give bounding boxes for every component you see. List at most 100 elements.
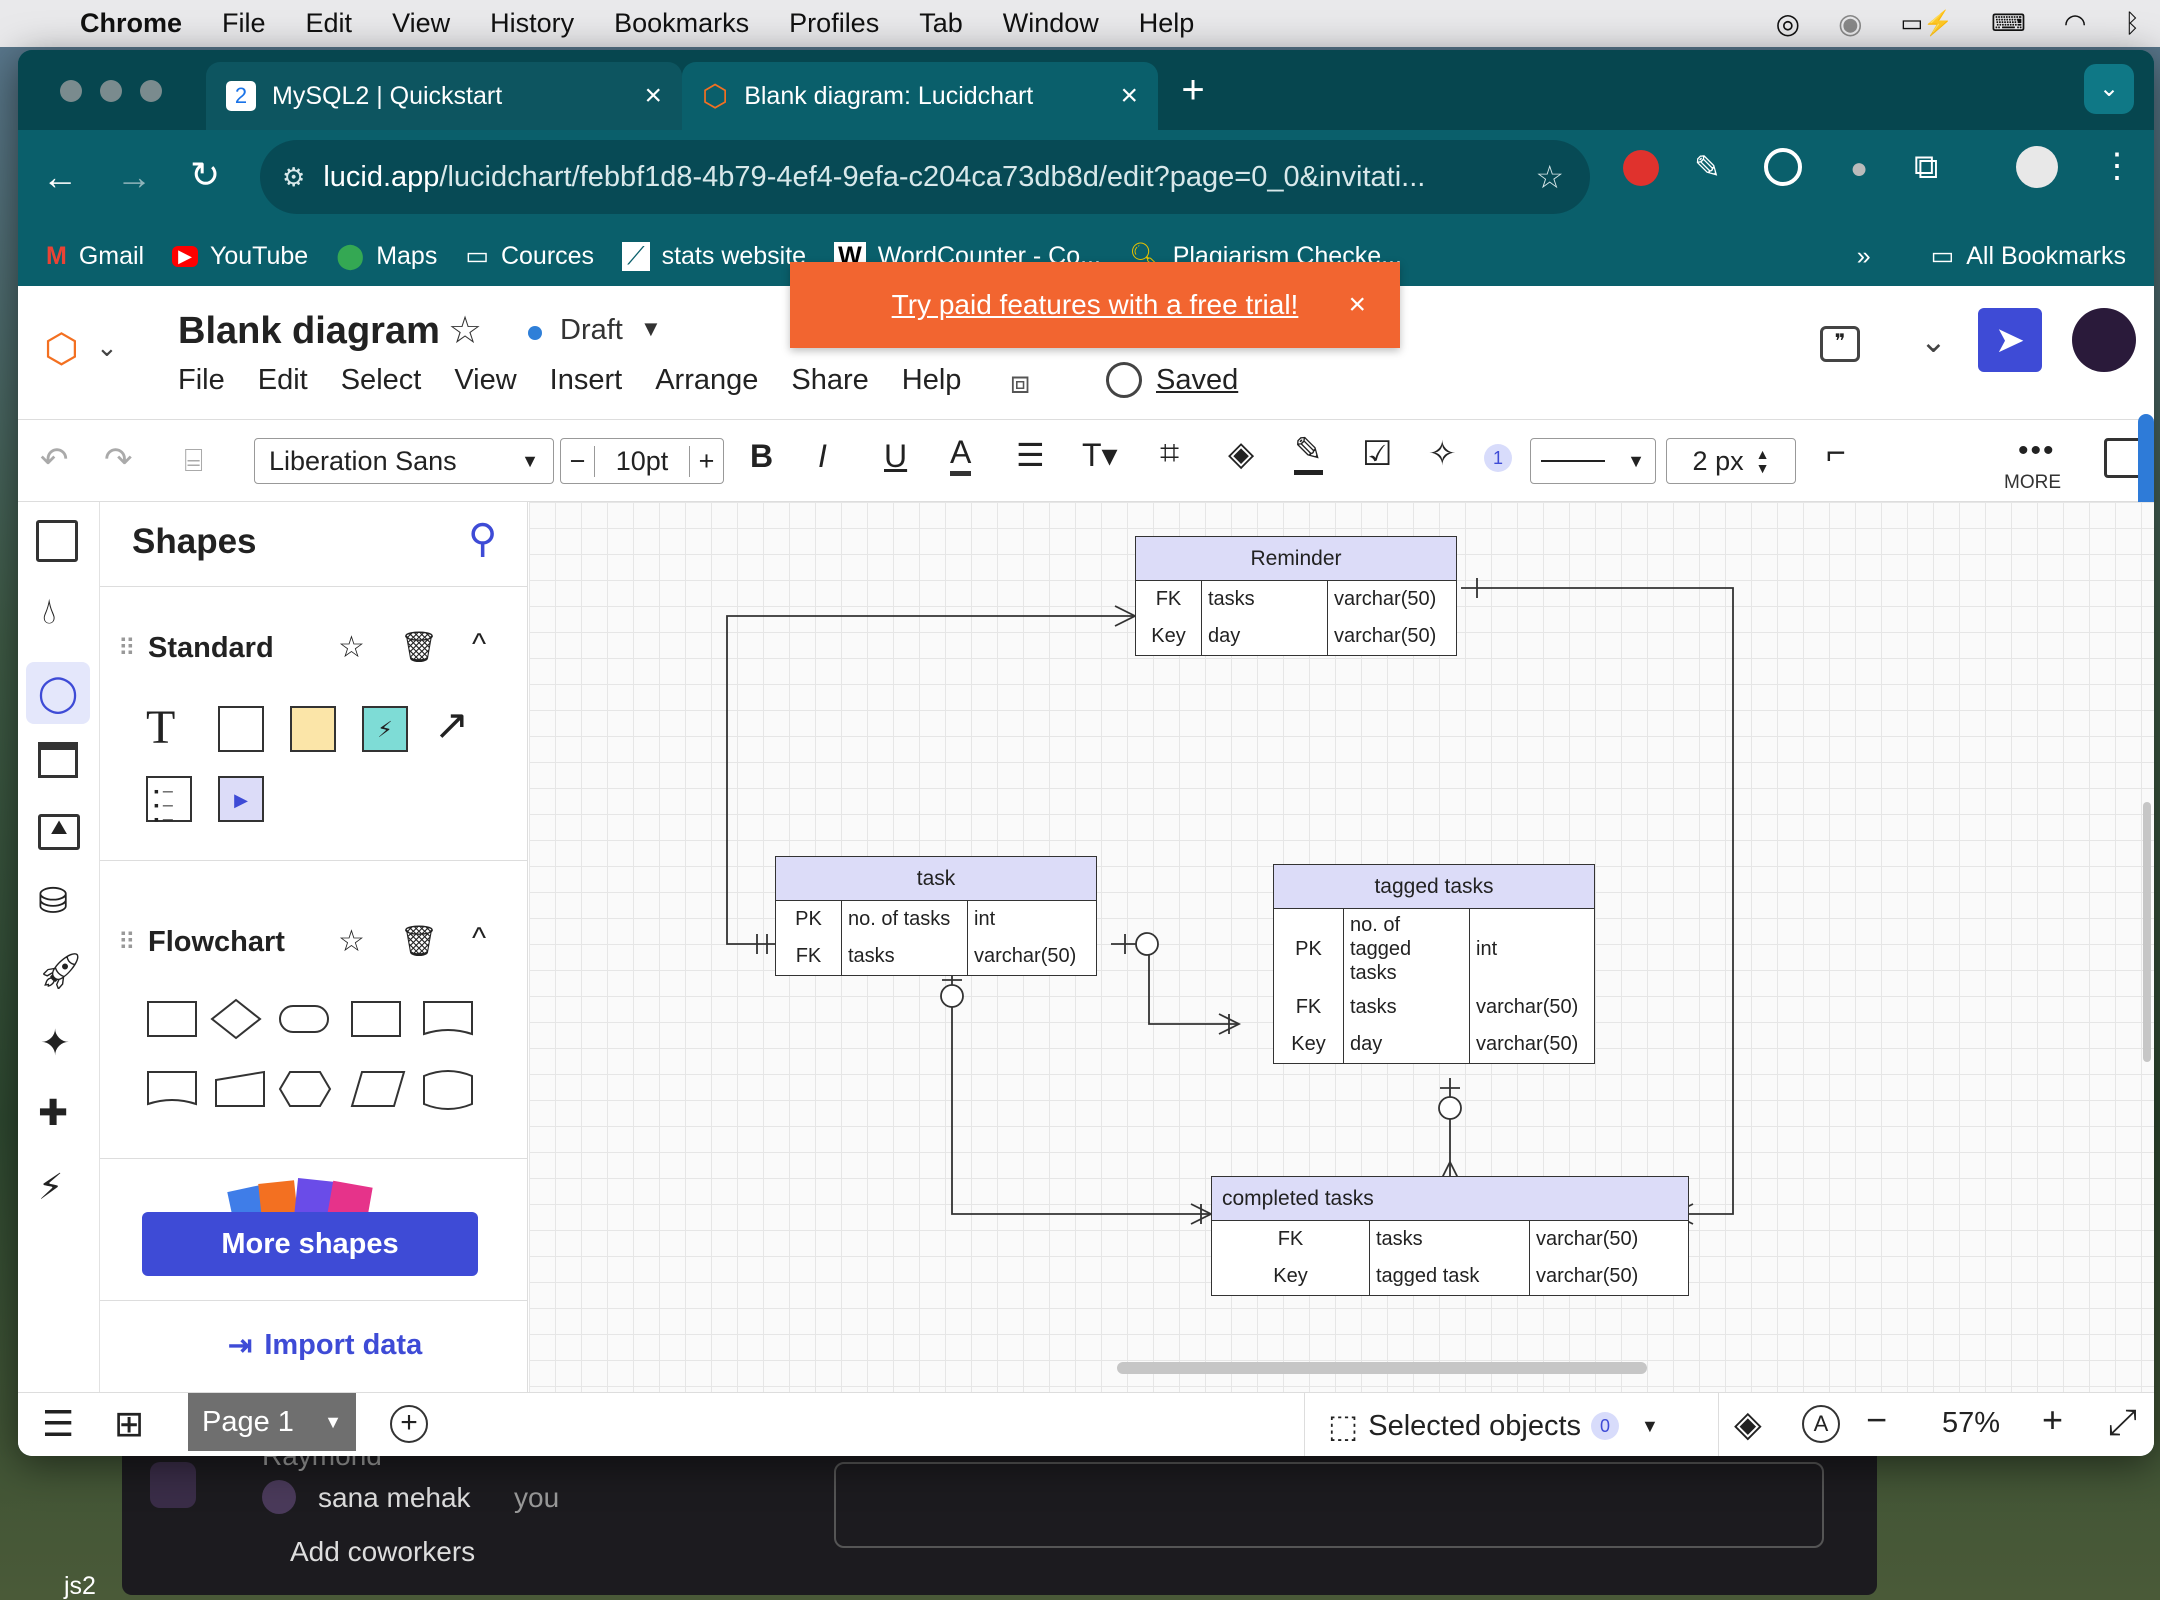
- action-shape[interactable]: ⚡︎: [362, 706, 408, 752]
- add-page-icon[interactable]: +: [390, 1405, 428, 1443]
- connector-style-icon[interactable]: ⌐: [1826, 434, 1846, 473]
- video-shape[interactable]: ▶: [218, 776, 264, 822]
- menu-insert[interactable]: Insert: [550, 364, 623, 397]
- redo-icon[interactable]: ↷: [104, 440, 133, 480]
- new-tab-button[interactable]: +: [1168, 66, 1218, 116]
- more-shapes-button[interactable]: More shapes: [142, 1212, 478, 1276]
- menu-help[interactable]: Help: [1139, 8, 1195, 39]
- share-button[interactable]: ➤: [1978, 308, 2042, 372]
- close-icon[interactable]: ×: [1348, 288, 1366, 322]
- font-size-stepper[interactable]: − 10pt +: [560, 438, 724, 484]
- sparkle-icon[interactable]: ✦: [40, 1022, 70, 1064]
- sticky-note-shape[interactable]: [290, 706, 336, 752]
- import-data-link[interactable]: ⇥ Import data: [228, 1328, 422, 1363]
- fullscreen-icon[interactable]: ⤢: [2108, 1401, 2137, 1444]
- style-icon[interactable]: ☑: [1362, 434, 1392, 474]
- list-view-icon[interactable]: ☰: [42, 1403, 74, 1445]
- trial-banner-link[interactable]: Try paid features with a free trial!: [892, 289, 1299, 321]
- magic-wand-icon[interactable]: ✧: [1428, 434, 1457, 474]
- chevron-down-icon[interactable]: ⌄: [1920, 322, 1947, 360]
- zoom-in-icon[interactable]: +: [2042, 1399, 2063, 1441]
- zoom-out-icon[interactable]: −: [1866, 1399, 1887, 1441]
- caret-down-icon[interactable]: ▼: [324, 1412, 342, 1433]
- rocket-icon[interactable]: 🚀︎: [38, 950, 84, 992]
- battery-icon[interactable]: ▭⚡: [1901, 9, 1954, 38]
- extensions-puzzle-icon[interactable]: ⧉: [1914, 148, 1938, 187]
- menu-bookmarks[interactable]: Bookmarks: [614, 8, 749, 39]
- document-title[interactable]: Blank diagram: [178, 310, 440, 353]
- menu-tab[interactable]: Tab: [919, 8, 963, 39]
- menu-file[interactable]: File: [222, 8, 266, 39]
- menu-view[interactable]: View: [454, 364, 516, 397]
- layers-icon[interactable]: ◈: [1734, 1403, 1762, 1445]
- diagram-canvas[interactable]: Reminder FK tasks varchar(50) Key day va…: [529, 502, 2154, 1392]
- extension-stop-icon[interactable]: [1623, 150, 1659, 186]
- drag-handle-icon[interactable]: ⠿: [118, 634, 136, 663]
- menu-app-name[interactable]: Chrome: [80, 8, 182, 39]
- stepper-arrows-icon[interactable]: ▲ ▼: [1756, 447, 1770, 475]
- close-tab-icon[interactable]: ×: [1120, 79, 1138, 113]
- decrease-icon[interactable]: −: [561, 445, 595, 477]
- maximize-window-button[interactable]: [140, 80, 162, 102]
- shapes-icon[interactable]: ◯: [26, 662, 90, 724]
- tab-search-button[interactable]: ⌄: [2084, 64, 2134, 114]
- bluetooth-icon[interactable]: ᛒ: [2124, 8, 2140, 39]
- list-shape[interactable]: ▪ ─ ▪ ─ ▪ ─: [146, 776, 192, 826]
- tab-mysql[interactable]: 2 MySQL2 | Quickstart ×: [206, 62, 682, 130]
- chevron-up-icon[interactable]: ^: [472, 922, 486, 956]
- line-width-stepper[interactable]: 2 px ▲ ▼: [1666, 438, 1796, 484]
- entity-task[interactable]: task PK no. of tasks int FK tasks varcha…: [775, 856, 1097, 976]
- position-icon[interactable]: ⌗: [1160, 434, 1179, 473]
- creative-cloud-icon[interactable]: ◎: [1776, 7, 1800, 40]
- menu-profiles[interactable]: Profiles: [789, 8, 879, 39]
- horizontal-scrollbar[interactable]: [1117, 1362, 1647, 1374]
- saved-status[interactable]: Saved: [1156, 364, 1238, 397]
- star-icon[interactable]: ☆: [338, 630, 365, 665]
- menu-view[interactable]: View: [392, 8, 450, 39]
- increase-icon[interactable]: +: [689, 445, 723, 477]
- bookmark-maps[interactable]: ⬤ Maps: [336, 241, 437, 271]
- minimize-window-button[interactable]: [100, 80, 122, 102]
- caret-down-icon[interactable]: ▼: [640, 316, 662, 342]
- fill-color-icon[interactable]: ◈: [1228, 434, 1254, 474]
- trash-icon[interactable]: 🗑︎: [400, 630, 438, 665]
- profile-avatar[interactable]: [2016, 146, 2058, 188]
- entity-completed-tasks[interactable]: completed tasks FK tasks varchar(50) Key…: [1211, 1176, 1689, 1296]
- menu-history[interactable]: History: [490, 8, 574, 39]
- favorite-star-icon[interactable]: ☆: [448, 308, 482, 353]
- add-coworkers-link[interactable]: Add coworkers: [290, 1536, 475, 1568]
- drag-handle-icon[interactable]: ⠿: [118, 928, 136, 957]
- panel-toggle-icon[interactable]: [2104, 438, 2142, 478]
- trash-icon[interactable]: 🗑︎: [400, 924, 438, 959]
- site-info-icon[interactable]: ⚙: [282, 162, 305, 193]
- bookmarks-overflow[interactable]: »: [1857, 242, 1871, 271]
- quick-action-icon[interactable]: ⚡︎: [38, 1166, 63, 1208]
- bookmark-star-icon[interactable]: ☆: [1535, 158, 1564, 196]
- bookmark-cources[interactable]: ▭ Cources: [465, 241, 594, 271]
- ink-drop-icon[interactable]: 💧︎: [42, 590, 56, 633]
- scroll-indicator[interactable]: [2138, 414, 2154, 510]
- line-style-select[interactable]: ▼: [1530, 438, 1656, 484]
- grid-view-icon[interactable]: ⊞: [114, 1403, 144, 1445]
- forward-icon[interactable]: →: [116, 156, 152, 198]
- image-icon[interactable]: ⛰: [38, 814, 80, 850]
- underline-icon[interactable]: U: [884, 438, 907, 475]
- font-family-select[interactable]: Liberation Sans ▼: [254, 438, 554, 484]
- undo-icon[interactable]: ↶: [40, 440, 69, 480]
- draft-status[interactable]: Draft: [560, 314, 623, 347]
- menu-select[interactable]: Select: [341, 364, 422, 397]
- close-tab-icon[interactable]: ×: [644, 79, 662, 113]
- wifi-icon[interactable]: ◠: [2064, 8, 2087, 39]
- search-icon[interactable]: ⚲: [468, 516, 497, 562]
- vertical-scrollbar[interactable]: [2143, 802, 2151, 1062]
- puzzle-icon[interactable]: ✚: [38, 1092, 68, 1134]
- database-icon[interactable]: ⛁: [38, 880, 68, 922]
- text-color-icon[interactable]: A: [950, 434, 972, 476]
- bookmark-youtube[interactable]: ▶ YouTube: [172, 242, 308, 271]
- more-label[interactable]: MORE: [2004, 472, 2061, 494]
- line-color-icon[interactable]: ✎: [1294, 430, 1323, 475]
- rectangle-shape[interactable]: [218, 706, 264, 752]
- arrow-shape[interactable]: ↗: [434, 700, 469, 749]
- frame-icon[interactable]: [38, 742, 78, 778]
- templates-icon[interactable]: [36, 520, 78, 562]
